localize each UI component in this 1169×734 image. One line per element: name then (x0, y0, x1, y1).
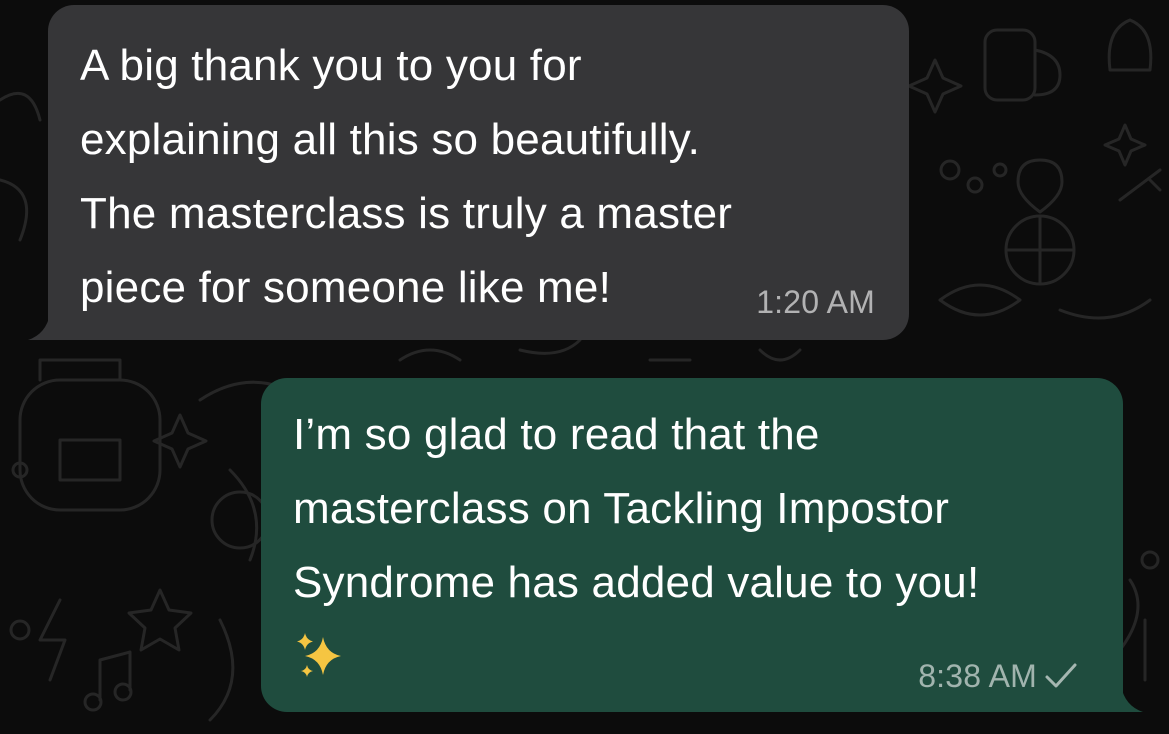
chat-window: A big thank you to you for explaining al… (0, 0, 1169, 734)
outgoing-bubble-tail (1113, 686, 1143, 712)
incoming-message-bubble[interactable]: A big thank you to you for explaining al… (28, 5, 909, 340)
message-text: A big thank you to you for explaining al… (80, 41, 733, 312)
message-text: I’m so glad to read that the masterclass… (293, 410, 980, 607)
timestamp-text: 8:38 AM (918, 658, 1037, 694)
sparkles-icon (297, 633, 341, 678)
message-timestamp: 1:20 AM (756, 286, 875, 318)
timestamp-text: 1:20 AM (756, 284, 875, 320)
incoming-bubble-tail (28, 314, 58, 340)
outgoing-message-bubble[interactable]: I’m so glad to read that the masterclass… (261, 378, 1143, 712)
message-timestamp: 8:38 AM (918, 660, 1079, 692)
single-check-icon (1045, 663, 1077, 688)
